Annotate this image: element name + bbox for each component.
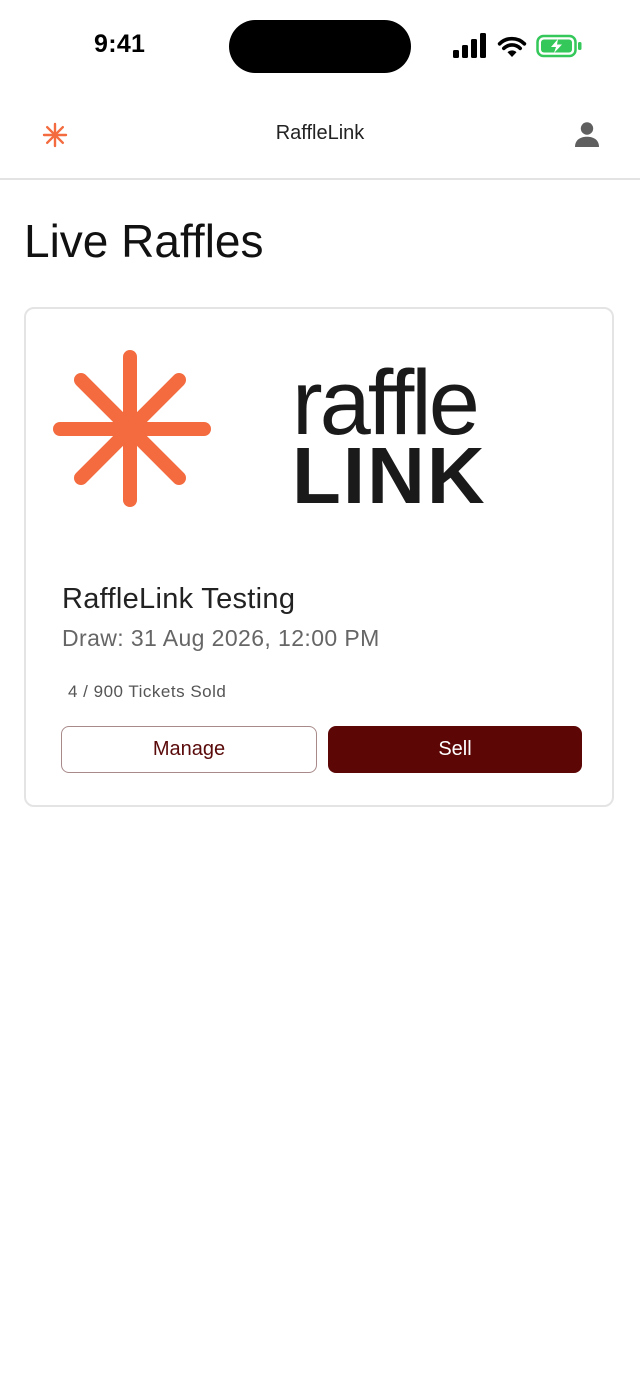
app-header: RaffleLink	[0, 92, 640, 180]
status-time: 9:41	[94, 30, 146, 58]
page-title: Live Raffles	[24, 215, 264, 267]
status-bar: 9:41	[0, 0, 640, 92]
raffle-name: RaffleLink Testing	[62, 583, 296, 615]
wifi-icon	[497, 36, 527, 57]
logo-word-link: LINK	[292, 431, 487, 520]
status-icons	[452, 33, 586, 61]
battery-charging-icon	[536, 34, 582, 58]
tickets-sold: 4 / 900 Tickets Sold	[68, 682, 227, 701]
raffle-draw-date: Draw: 31 Aug 2026, 12:00 PM	[62, 625, 380, 651]
raffle-card[interactable]: raffle LINK RaffleLink Testing Draw: 31 …	[24, 307, 614, 807]
raffle-image: raffle LINK	[52, 347, 502, 516]
person-icon[interactable]	[573, 120, 601, 148]
cellular-signal-icon	[453, 33, 486, 58]
rafflelink-asterisk-icon	[53, 350, 211, 507]
dynamic-island	[229, 20, 411, 73]
sell-button[interactable]: Sell	[328, 726, 582, 773]
app-title: RaffleLink	[275, 122, 365, 144]
manage-button[interactable]: Manage	[61, 726, 317, 773]
